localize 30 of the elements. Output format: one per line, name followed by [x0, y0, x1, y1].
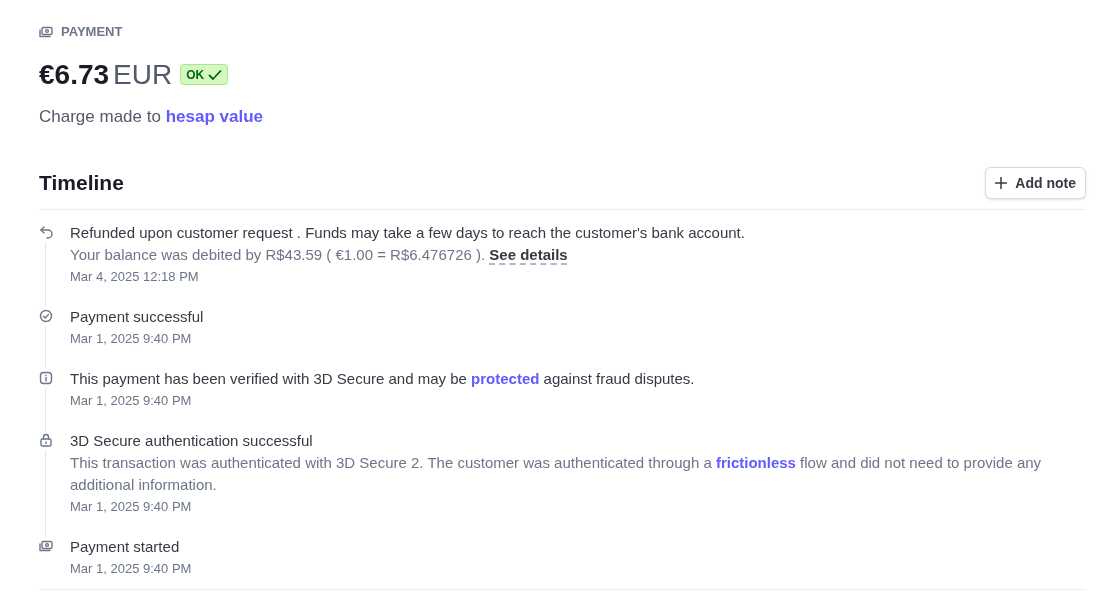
- section-heading: Timeline: [39, 170, 124, 197]
- event-title: Payment started: [70, 537, 181, 557]
- add-note-button[interactable]: Add note: [985, 167, 1086, 199]
- see-details-link[interactable]: See details: [489, 246, 568, 263]
- check-circle-icon: [39, 309, 53, 323]
- event-title: This payment has been verified with 3D Secure and may be protected against fraud disputes.: [70, 369, 695, 389]
- event-timestamp: Mar 1, 2025 9:40 PM: [70, 560, 192, 578]
- event-title: Payment successful: [70, 307, 204, 327]
- info-icon: [39, 371, 53, 385]
- section-label: PAYMENT: [61, 23, 123, 41]
- link[interactable]: frictionless: [715, 454, 796, 471]
- event-timestamp: Mar 1, 2025 9:40 PM: [70, 392, 193, 410]
- cash-icon: [39, 539, 53, 553]
- charge-description: Charge made to hesap value: [39, 105, 264, 128]
- event-title: Refunded upon customer request . Funds may take a few days to reach the customer's bank account.: [70, 223, 745, 243]
- lock-icon: [39, 433, 53, 447]
- plus-icon: [995, 177, 1008, 189]
- link[interactable]: protected: [471, 370, 540, 387]
- payment-amount: €6.73: [39, 57, 110, 92]
- event-timestamp: Mar 4, 2025 12:18 PM: [70, 268, 200, 286]
- event-timestamp: Mar 1, 2025 9:40 PM: [70, 330, 193, 348]
- event-timestamp: Mar 1, 2025 9:40 PM: [70, 498, 193, 516]
- event-detail: Your balance was debited by R$43.59 ( €1.00 = R$6.476726 ). See details: [70, 245, 569, 265]
- checkmark-icon: [208, 68, 223, 81]
- cash-icon: [39, 24, 53, 39]
- link[interactable]: hesap value: [165, 106, 263, 126]
- event-title: 3D Secure authentication successful: [70, 431, 314, 451]
- event-detail: This transaction was authenticated with 3D Secure 2. The customer was authenticated through a frictionless flow and did not need to provide any additional information.: [70, 453, 1043, 495]
- status-badge: OK: [180, 64, 229, 85]
- currency-code: EUR: [113, 57, 173, 92]
